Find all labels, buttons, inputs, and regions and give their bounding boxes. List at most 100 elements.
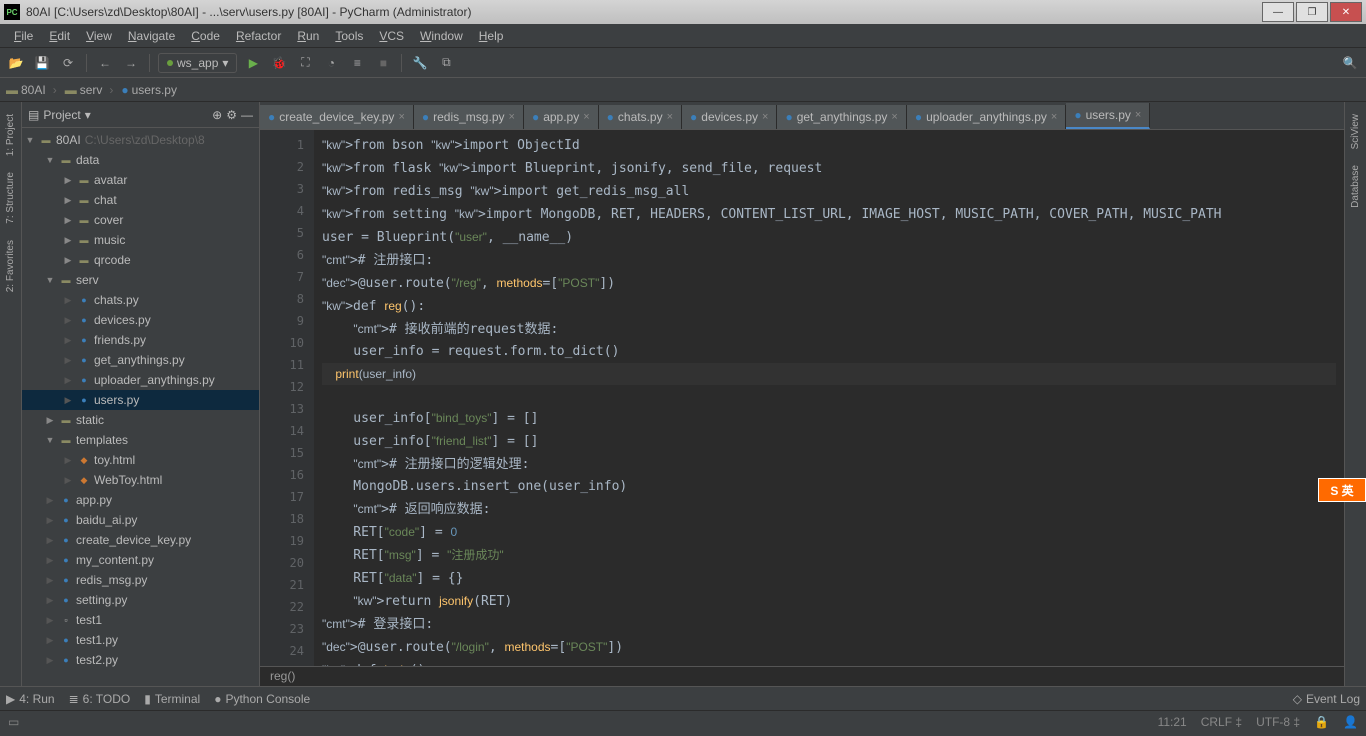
expand-icon[interactable] — [62, 295, 74, 306]
tree-row[interactable]: ▬serv — [22, 270, 259, 290]
run-config-selector[interactable]: ws_app ▾ — [158, 53, 237, 73]
rail-tab[interactable]: Database — [1348, 157, 1363, 216]
close-tab-icon[interactable]: × — [762, 111, 768, 123]
menu-file[interactable]: File — [6, 27, 41, 45]
tree-row[interactable]: ▬qrcode — [22, 250, 259, 270]
lock-icon[interactable]: 🔒 — [1314, 715, 1329, 729]
close-tab-icon[interactable]: × — [1051, 111, 1057, 123]
rail-tab[interactable]: 1: Project — [3, 106, 18, 164]
tree-row[interactable]: ●uploader_anythings.py — [22, 370, 259, 390]
close-tab-icon[interactable]: × — [398, 111, 404, 123]
project-panel-title[interactable]: Project — [43, 108, 80, 122]
sync-icon[interactable]: ⟳ — [58, 53, 78, 73]
expand-icon[interactable] — [62, 375, 74, 386]
chevron-down-icon[interactable]: ▾ — [85, 108, 91, 122]
editor-tab[interactable]: ●users.py× — [1066, 103, 1150, 129]
expand-icon[interactable] — [44, 635, 56, 646]
tree-row[interactable]: ●create_device_key.py — [22, 530, 259, 550]
rail-tab[interactable]: SciView — [1348, 106, 1363, 157]
menu-tools[interactable]: Tools — [327, 27, 371, 45]
expand-icon[interactable] — [44, 495, 56, 506]
tree-row[interactable]: ▫test1 — [22, 610, 259, 630]
expand-icon[interactable] — [24, 135, 36, 145]
expand-icon[interactable] — [62, 315, 74, 326]
forward-icon[interactable]: → — [121, 53, 141, 73]
expand-icon[interactable] — [62, 255, 74, 266]
ime-badge[interactable]: S 英 — [1318, 478, 1366, 502]
menu-view[interactable]: View — [78, 27, 120, 45]
editor-tab[interactable]: ●devices.py× — [682, 105, 777, 129]
breadcrumb-item[interactable]: ● users.py — [121, 83, 177, 97]
close-tab-icon[interactable]: × — [583, 111, 589, 123]
tree-row[interactable]: ●chats.py — [22, 290, 259, 310]
menu-vcs[interactable]: VCS — [371, 27, 412, 45]
tree-row[interactable]: ●setting.py — [22, 590, 259, 610]
tree-row[interactable]: ●get_anythings.py — [22, 350, 259, 370]
tree-row[interactable]: ●my_content.py — [22, 550, 259, 570]
menu-navigate[interactable]: Navigate — [120, 27, 183, 45]
expand-icon[interactable] — [62, 395, 74, 406]
rail-tab[interactable]: 2: Favorites — [3, 232, 18, 300]
tree-row[interactable]: ●test2.py — [22, 650, 259, 670]
expand-icon[interactable] — [44, 415, 56, 426]
expand-icon[interactable] — [62, 355, 74, 366]
run-tab[interactable]: ▶ 4: Run — [6, 692, 55, 706]
editor-tab[interactable]: ●redis_msg.py× — [414, 105, 524, 129]
close-tab-icon[interactable]: × — [667, 111, 673, 123]
expand-icon[interactable] — [44, 655, 56, 666]
expand-icon[interactable] — [44, 435, 56, 445]
maximize-button[interactable]: ❐ — [1296, 2, 1328, 22]
tree-row[interactable]: ●test1.py — [22, 630, 259, 650]
back-icon[interactable]: ← — [95, 53, 115, 73]
menu-refactor[interactable]: Refactor — [228, 27, 289, 45]
encoding[interactable]: UTF-8 ‡ — [1256, 715, 1300, 729]
tree-row[interactable]: ▬chat — [22, 190, 259, 210]
tree-row[interactable]: ●baidu_ai.py — [22, 510, 259, 530]
terminal-tab[interactable]: ▮ Terminal — [144, 692, 200, 706]
expand-icon[interactable] — [44, 155, 56, 165]
expand-icon[interactable] — [62, 235, 74, 246]
tree-row[interactable]: ●friends.py — [22, 330, 259, 350]
tree-root[interactable]: ▬ 80AI C:\Users\zd\Desktop\8 — [22, 130, 259, 150]
tree-row[interactable]: ●devices.py — [22, 310, 259, 330]
expand-icon[interactable] — [62, 335, 74, 346]
cursor-position[interactable]: 11:21 — [1158, 715, 1187, 729]
python-console-tab[interactable]: ● Python Console — [214, 692, 310, 706]
todo-tab[interactable]: ≣ 6: TODO — [69, 692, 131, 706]
editor-tab[interactable]: ●chats.py× — [599, 105, 682, 129]
search-icon[interactable]: 🔍 — [1340, 53, 1360, 73]
expand-icon[interactable] — [44, 595, 56, 606]
minimize-button[interactable]: — — [1262, 2, 1294, 22]
close-tab-icon[interactable]: × — [509, 111, 515, 123]
scroll-from-source-icon[interactable]: ⊕ — [212, 108, 222, 122]
tree-row[interactable]: ●redis_msg.py — [22, 570, 259, 590]
settings-icon[interactable]: 🔧 — [410, 53, 430, 73]
save-icon[interactable]: 💾 — [32, 53, 52, 73]
gear-icon[interactable]: ⚙ — [226, 108, 237, 122]
close-button[interactable]: ✕ — [1330, 2, 1362, 22]
project-tree[interactable]: ▬ 80AI C:\Users\zd\Desktop\8 ▬data▬avata… — [22, 128, 259, 686]
collapse-icon[interactable]: — — [241, 108, 253, 122]
structure-icon[interactable]: ⧉ — [436, 53, 456, 73]
tree-row[interactable]: ●app.py — [22, 490, 259, 510]
expand-icon[interactable] — [62, 175, 74, 186]
rail-tab[interactable]: 7: Structure — [3, 164, 18, 232]
expand-icon[interactable] — [44, 575, 56, 586]
tree-row[interactable]: ▬templates — [22, 430, 259, 450]
editor-tab[interactable]: ●get_anythings.py× — [777, 105, 906, 129]
open-icon[interactable]: 📂 — [6, 53, 26, 73]
menu-window[interactable]: Window — [412, 27, 471, 45]
menu-run[interactable]: Run — [289, 27, 327, 45]
expand-icon[interactable] — [44, 275, 56, 285]
close-tab-icon[interactable]: × — [1135, 109, 1141, 121]
breadcrumb-item[interactable]: ▬ serv — [65, 83, 118, 97]
tree-row[interactable]: ▬data — [22, 150, 259, 170]
code-breadcrumb[interactable]: reg() — [260, 666, 1344, 686]
status-icon[interactable]: ▭ — [8, 715, 19, 729]
code-content[interactable]: "kw">from bson "kw">import ObjectId "kw"… — [314, 130, 1344, 666]
expand-icon[interactable] — [44, 515, 56, 526]
tree-row[interactable]: ◆toy.html — [22, 450, 259, 470]
editor-tab[interactable]: ●create_device_key.py× — [260, 105, 414, 129]
expand-icon[interactable] — [62, 455, 74, 466]
event-log-tab[interactable]: ◇ Event Log — [1293, 692, 1360, 706]
